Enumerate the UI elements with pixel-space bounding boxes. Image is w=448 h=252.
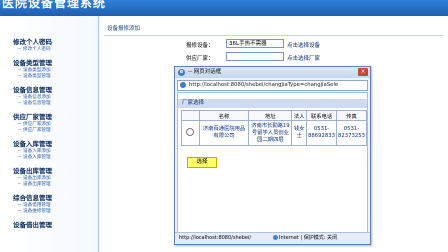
supplier-label: 供应厂家： <box>186 56 214 62</box>
row-legal: 钱女士 <box>291 120 308 146</box>
col-select <box>181 110 200 121</box>
close-icon[interactable]: × <box>358 68 368 76</box>
sidebar-section-title: 供应厂家管理 <box>13 113 52 121</box>
dialog-titlebar[interactable]: e -- 网页对话框 × <box>175 67 370 78</box>
row-phone: 0531-88692833 <box>306 120 338 146</box>
status-url: http://localhost:8080/shebei/ <box>179 235 252 241</box>
sidebar-section-title: 设备出库管理 <box>13 167 52 175</box>
col-fax: 传真 <box>336 110 367 121</box>
sidebar-section-title: 设备类型管理 <box>13 59 52 67</box>
select-button[interactable]: 选择 <box>187 157 217 168</box>
app-title: 医院设备管理系统 <box>2 0 107 10</box>
device-input[interactable]: 36L手热不需器 <box>226 39 284 48</box>
supplier-dialog: e -- 网页对话框 × http://localhost:8080/shebe… <box>174 66 371 245</box>
page-icon <box>180 82 186 88</box>
section-title: 厂家选择 <box>182 100 205 106</box>
dialog-body: 厂家选择 名称 地址 法人 联系电话 传真 济南百通医院用品有限公司 济南市长勤… <box>177 92 368 233</box>
zone-text: Internet | 保护模式: 关闭 <box>279 235 337 241</box>
row-address: 济南市长勤路19号留学人员创业园二期四层 <box>248 120 293 146</box>
sidebar-section-title: 修改个人密码 <box>13 38 52 46</box>
row-fax: 0531-82373253 <box>336 120 367 146</box>
sidebar-section-title: 综合信息管理 <box>13 194 52 202</box>
col-address: 地址 <box>248 110 293 121</box>
breadcrumb: 设备报修添加 <box>104 24 443 36</box>
col-legal: 法人 <box>291 110 308 121</box>
table-row[interactable]: 济南百通医院用品有限公司 济南市长勤路19号留学人员创业园二期四层 钱女士 05… <box>181 120 367 146</box>
security-zone: Internet | 保护模式: 关闭 <box>273 233 337 244</box>
supplier-table: 名称 地址 法人 联系电话 传真 济南百通医院用品有限公司 济南市长勤路19号留… <box>181 110 367 146</box>
row-name: 济南百通医院用品有限公司 <box>198 120 250 146</box>
select-supplier-link[interactable]: 点击选择厂家 <box>287 54 320 62</box>
device-label: 报修设备： <box>186 43 214 49</box>
section-header: 厂家选择 <box>178 99 367 108</box>
sidebar-section-title: 设备信息管理 <box>13 86 52 94</box>
select-device-link[interactable]: 点击选择设备 <box>287 41 320 49</box>
status-bar: http://localhost:8080/shebei/ Internet |… <box>175 232 370 244</box>
col-name: 名称 <box>198 110 250 121</box>
globe-icon <box>273 235 278 240</box>
col-phone: 联系电话 <box>306 110 338 121</box>
sidebar: 修改个人密码－ 修改个人密码 设备类型管理－ 设备类型添加－ 设备类型管理 设备信息… <box>0 16 99 252</box>
address-bar[interactable]: http://localhost:8080/shebei/changjiaTyp… <box>177 80 368 91</box>
dialog-url: http://localhost:8080/shebei/changjiaTyp… <box>189 82 339 88</box>
app-header: 医院设备管理系统 <box>0 0 448 16</box>
ie-icon: e <box>178 69 185 76</box>
sidebar-section-title: 设备借出管理 <box>13 221 52 229</box>
sidebar-section-title: 设备入库管理 <box>13 140 52 148</box>
row-radio[interactable] <box>186 127 195 136</box>
row-radio-cell[interactable] <box>181 120 200 146</box>
supplier-input[interactable] <box>226 52 284 61</box>
dialog-title: -- 网页对话框 <box>188 69 222 75</box>
